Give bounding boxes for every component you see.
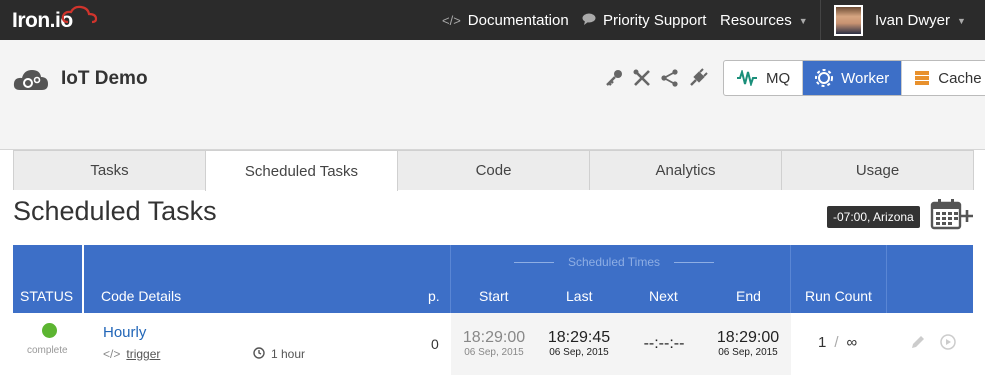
nav-resources-label: Resources [720, 12, 792, 29]
col-last: Last [566, 288, 593, 304]
run-count: 1/∞ [818, 334, 858, 351]
col-end: End [736, 288, 761, 304]
table-header: Scheduled Times STATUS Code Details p. S… [13, 245, 973, 313]
chevron-down-icon: ▼ [957, 15, 966, 26]
col-start: Start [479, 288, 509, 304]
col-run-count: Run Count [805, 288, 872, 304]
project-title: IoT Demo [61, 68, 148, 89]
col-priority: p. [428, 288, 440, 304]
service-switcher: MQ Worker Cache [723, 60, 985, 96]
code-icon: </> [442, 13, 461, 28]
code-icon: </> [103, 347, 121, 361]
project-header: IoT Demo MQ Worker Cache Tasks Scheduled… [0, 40, 985, 191]
schedule-name-link[interactable]: Hourly [103, 324, 146, 341]
priority-value: 0 [431, 336, 439, 352]
code-name: trigger [126, 347, 161, 361]
interval-text: 1 hour [271, 347, 306, 361]
nav-priority-support-label: Priority Support [603, 12, 707, 29]
next-time-cell: --:--:-- [643, 335, 685, 352]
cloud-gears-icon [13, 70, 48, 90]
end-time-cell: 18:29:00 06 Sep, 2015 [716, 329, 780, 358]
chevron-down-icon: ▼ [798, 15, 808, 26]
project-tabs: Tasks Scheduled Tasks Code Analytics Usa… [13, 150, 974, 191]
chat-bubble-icon [582, 13, 596, 28]
stack-icon [915, 71, 930, 85]
col-next: Next [649, 288, 678, 304]
table-row: complete Hourly </> trigger 1 hour 0 18:… [13, 313, 973, 375]
run-interval: 1 hour [253, 347, 305, 361]
col-code-details: Code Details [101, 288, 182, 304]
edit-pencil-icon[interactable] [910, 334, 926, 350]
service-worker-button[interactable]: Worker [803, 61, 903, 95]
user-avatar[interactable] [834, 5, 863, 36]
tab-usage[interactable]: Usage [781, 150, 974, 190]
wave-icon [737, 70, 757, 86]
last-time-cell: 18:29:45 06 Sep, 2015 [547, 329, 611, 358]
top-navbar: Iron.io </> Documentation Priority Suppo… [0, 0, 985, 40]
col-status: STATUS [20, 288, 74, 304]
key-icon[interactable] [604, 68, 624, 88]
status-dot-icon [42, 323, 57, 338]
gear-icon [815, 69, 834, 87]
ironio-logo[interactable]: Iron.io [12, 5, 98, 33]
row-actions [910, 334, 956, 350]
service-mq-button[interactable]: MQ [724, 61, 804, 95]
run-count-value: 1 [818, 334, 827, 351]
project-tools [604, 68, 708, 88]
run-count-max: ∞ [846, 334, 858, 351]
tab-code[interactable]: Code [397, 150, 590, 190]
run-play-icon[interactable] [940, 334, 956, 350]
tab-tasks[interactable]: Tasks [13, 150, 206, 190]
nav-documentation-label: Documentation [467, 12, 569, 29]
nav-priority-support[interactable]: Priority Support [582, 12, 706, 29]
service-cache-label: Cache [938, 69, 982, 87]
navbar-divider [820, 0, 821, 40]
service-worker-label: Worker [841, 69, 890, 87]
tools-icon[interactable] [632, 68, 652, 88]
user-name: Ivan Dwyer [875, 12, 951, 29]
add-schedule-calendar-icon[interactable] [930, 198, 974, 230]
service-cache-button[interactable]: Cache [902, 61, 985, 95]
user-menu-dropdown[interactable]: Ivan Dwyer ▼ [875, 12, 966, 29]
code-link[interactable]: </> trigger [103, 347, 160, 361]
tab-analytics[interactable]: Analytics [589, 150, 782, 190]
nav-resources-dropdown[interactable]: Resources ▼ [720, 12, 808, 29]
clock-icon [253, 347, 265, 359]
page-title: Scheduled Tasks [13, 196, 217, 226]
nav-documentation[interactable]: </> Documentation [442, 12, 569, 29]
service-mq-label: MQ [766, 69, 791, 87]
share-icon[interactable] [660, 68, 680, 88]
status-text: complete [27, 345, 68, 356]
scheduled-times-group-header: Scheduled Times [499, 255, 729, 269]
plug-icon[interactable] [688, 68, 708, 88]
cloud-logo-icon [61, 5, 98, 24]
tab-scheduled-tasks[interactable]: Scheduled Tasks [205, 150, 398, 191]
start-time-cell: 18:29:00 06 Sep, 2015 [462, 329, 526, 358]
timezone-badge: -07:00, Arizona [827, 206, 920, 228]
